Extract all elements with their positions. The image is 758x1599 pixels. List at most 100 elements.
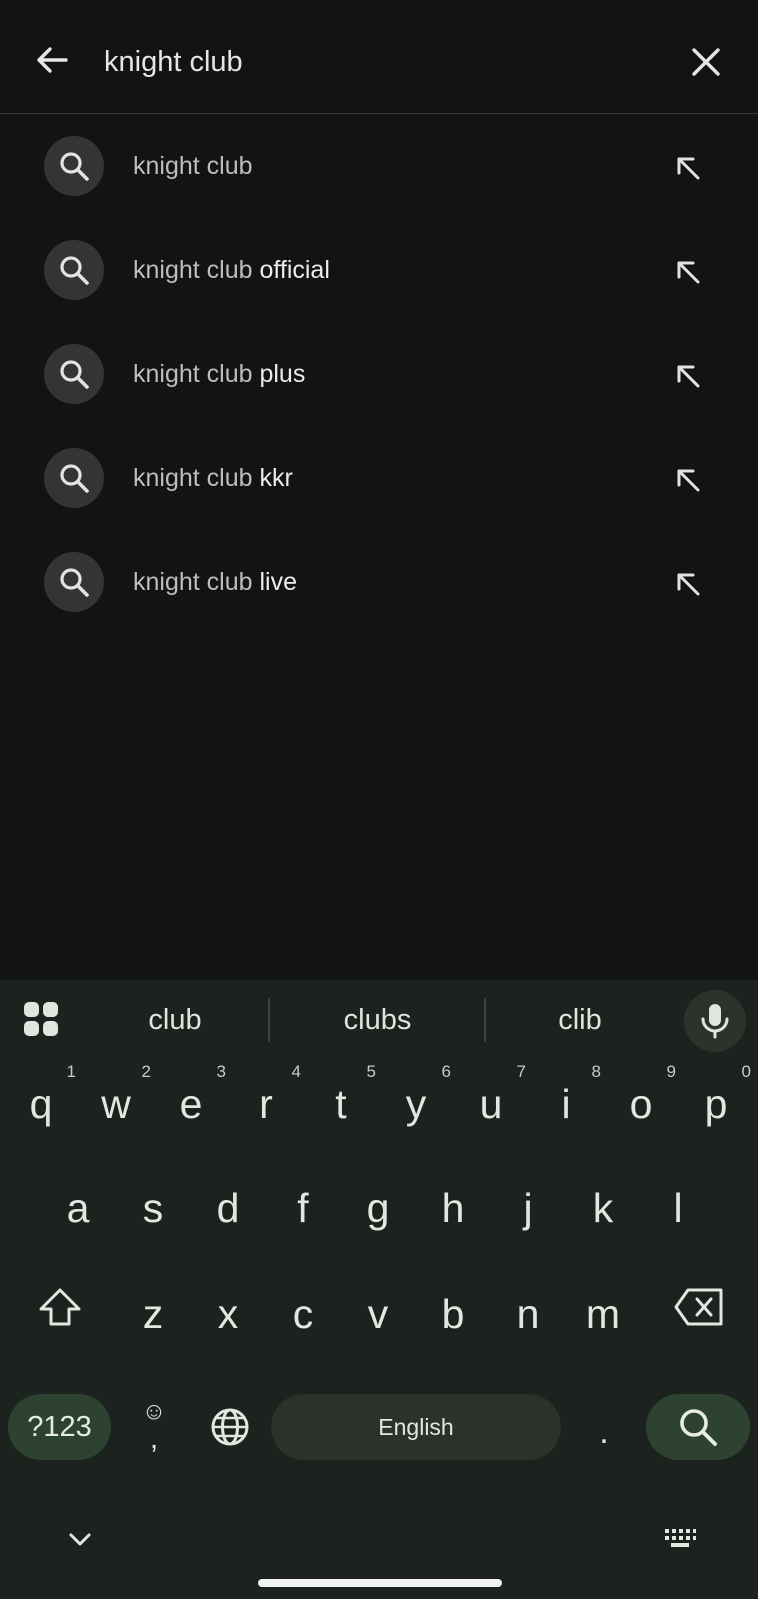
suggestion-list: knight club knight club official knight … <box>0 116 758 636</box>
key-d[interactable]: d <box>191 1162 265 1248</box>
back-button[interactable] <box>30 38 74 82</box>
shift-key[interactable] <box>20 1272 100 1342</box>
period-label: . <box>599 1413 609 1451</box>
key-hint: 0 <box>741 1062 751 1081</box>
key-v[interactable]: v <box>341 1268 415 1354</box>
key-t[interactable]: 5t <box>304 1058 378 1144</box>
key-j[interactable]: j <box>491 1162 565 1248</box>
period-key[interactable]: . <box>578 1394 630 1460</box>
key-hint: 6 <box>441 1062 451 1081</box>
key-hint: 3 <box>216 1062 226 1081</box>
suggestion-prefix: knight club <box>133 360 253 388</box>
search-icon <box>44 240 104 300</box>
key-c[interactable]: c <box>266 1268 340 1354</box>
fill-query-button[interactable] <box>668 460 708 500</box>
search-icon <box>44 552 104 612</box>
prediction-2[interactable]: clubs <box>300 998 455 1042</box>
key-w[interactable]: 2w <box>79 1058 153 1144</box>
voice-input-button[interactable] <box>684 990 746 1052</box>
fill-query-button[interactable] <box>668 252 708 292</box>
key-p[interactable]: 0p <box>679 1058 753 1144</box>
key-label: x <box>217 1291 239 1337</box>
language-key[interactable] <box>200 1396 260 1458</box>
key-b[interactable]: b <box>416 1268 490 1354</box>
key-label: k <box>592 1185 614 1231</box>
key-e[interactable]: 3e <box>154 1058 228 1144</box>
arrow-up-left-icon <box>677 469 700 492</box>
suggestion-label: knight club live <box>133 562 297 602</box>
space-label: English <box>378 1413 454 1440</box>
suggestion-suffix: live <box>252 568 297 596</box>
close-icon <box>692 48 720 76</box>
key-label: n <box>516 1291 540 1337</box>
backspace-key[interactable] <box>658 1272 740 1342</box>
clear-button[interactable] <box>684 40 728 84</box>
suggestion-label: knight club plus <box>133 354 305 394</box>
search-icon <box>44 344 104 404</box>
key-label: j <box>523 1185 533 1231</box>
suggestion-label: knight club kkr <box>133 458 293 498</box>
system-nav-bar <box>0 1500 758 1599</box>
suggestion-item[interactable]: knight club official <box>0 220 758 324</box>
key-n[interactable]: n <box>491 1268 565 1354</box>
key-x[interactable]: x <box>191 1268 265 1354</box>
key-q[interactable]: 1q <box>4 1058 78 1144</box>
suggestion-suffix: kkr <box>252 464 293 492</box>
suggestion-item[interactable]: knight club <box>0 116 758 220</box>
arrow-up-left-icon <box>677 157 700 180</box>
suggestion-item[interactable]: knight club plus <box>0 324 758 428</box>
suggestion-prefix: knight club <box>133 568 253 596</box>
keyboard-apps-button[interactable] <box>22 1000 60 1038</box>
home-gesture-handle[interactable] <box>258 1579 502 1587</box>
fill-query-button[interactable] <box>668 148 708 188</box>
key-h[interactable]: h <box>416 1162 490 1248</box>
key-z[interactable]: z <box>116 1268 190 1354</box>
search-input[interactable]: knight club <box>104 40 243 84</box>
key-a[interactable]: a <box>41 1162 115 1248</box>
key-u[interactable]: 7u <box>454 1058 528 1144</box>
arrow-up-left-icon <box>677 261 700 284</box>
key-label: v <box>367 1291 389 1337</box>
prediction-1[interactable]: club <box>100 998 250 1042</box>
key-label: a <box>66 1185 90 1231</box>
key-r[interactable]: 4r <box>229 1058 303 1144</box>
search-bar: knight club <box>0 0 758 114</box>
key-label: h <box>441 1185 465 1231</box>
suggestion-prefix: knight club <box>133 464 253 492</box>
space-key[interactable]: English <box>271 1394 561 1460</box>
key-s[interactable]: s <box>116 1162 190 1248</box>
suggestion-item[interactable]: knight club live <box>0 532 758 636</box>
suggestion-item[interactable]: knight club kkr <box>0 428 758 532</box>
fill-query-button[interactable] <box>668 564 708 604</box>
app-screen: knight club knight club knight club offi… <box>0 0 758 1599</box>
key-label: s <box>142 1185 164 1231</box>
symbols-label: ?123 <box>27 1410 92 1443</box>
key-f[interactable]: f <box>266 1162 340 1248</box>
search-key[interactable] <box>646 1394 750 1460</box>
suggestion-prefix: knight club <box>133 152 253 180</box>
key-m[interactable]: m <box>566 1268 640 1354</box>
symbols-key[interactable]: ?123 <box>8 1394 111 1460</box>
key-l[interactable]: l <box>641 1162 715 1248</box>
search-icon <box>680 1409 717 1446</box>
key-i[interactable]: 8i <box>529 1058 603 1144</box>
comma-label: , <box>149 1422 159 1455</box>
key-o[interactable]: 9o <box>604 1058 678 1144</box>
arrow-up-left-icon <box>677 573 700 596</box>
key-k[interactable]: k <box>566 1162 640 1248</box>
microphone-icon <box>701 1004 729 1039</box>
key-g[interactable]: g <box>341 1162 415 1248</box>
suggestion-prefix: knight club <box>133 256 253 284</box>
prediction-divider <box>484 998 486 1042</box>
emoji-icon: ☺ <box>141 1398 167 1425</box>
suggestion-label: knight club official <box>133 250 330 290</box>
prediction-3[interactable]: clib <box>505 998 655 1042</box>
key-label: b <box>441 1291 465 1337</box>
search-icon <box>44 448 104 508</box>
fill-query-button[interactable] <box>668 356 708 396</box>
arrow-up-left-icon <box>677 365 700 388</box>
suggestion-suffix: official <box>252 256 330 284</box>
key-hint: 5 <box>366 1062 376 1081</box>
emoji-comma-key[interactable]: ☺ , <box>128 1390 180 1464</box>
key-y[interactable]: 6y <box>379 1058 453 1144</box>
